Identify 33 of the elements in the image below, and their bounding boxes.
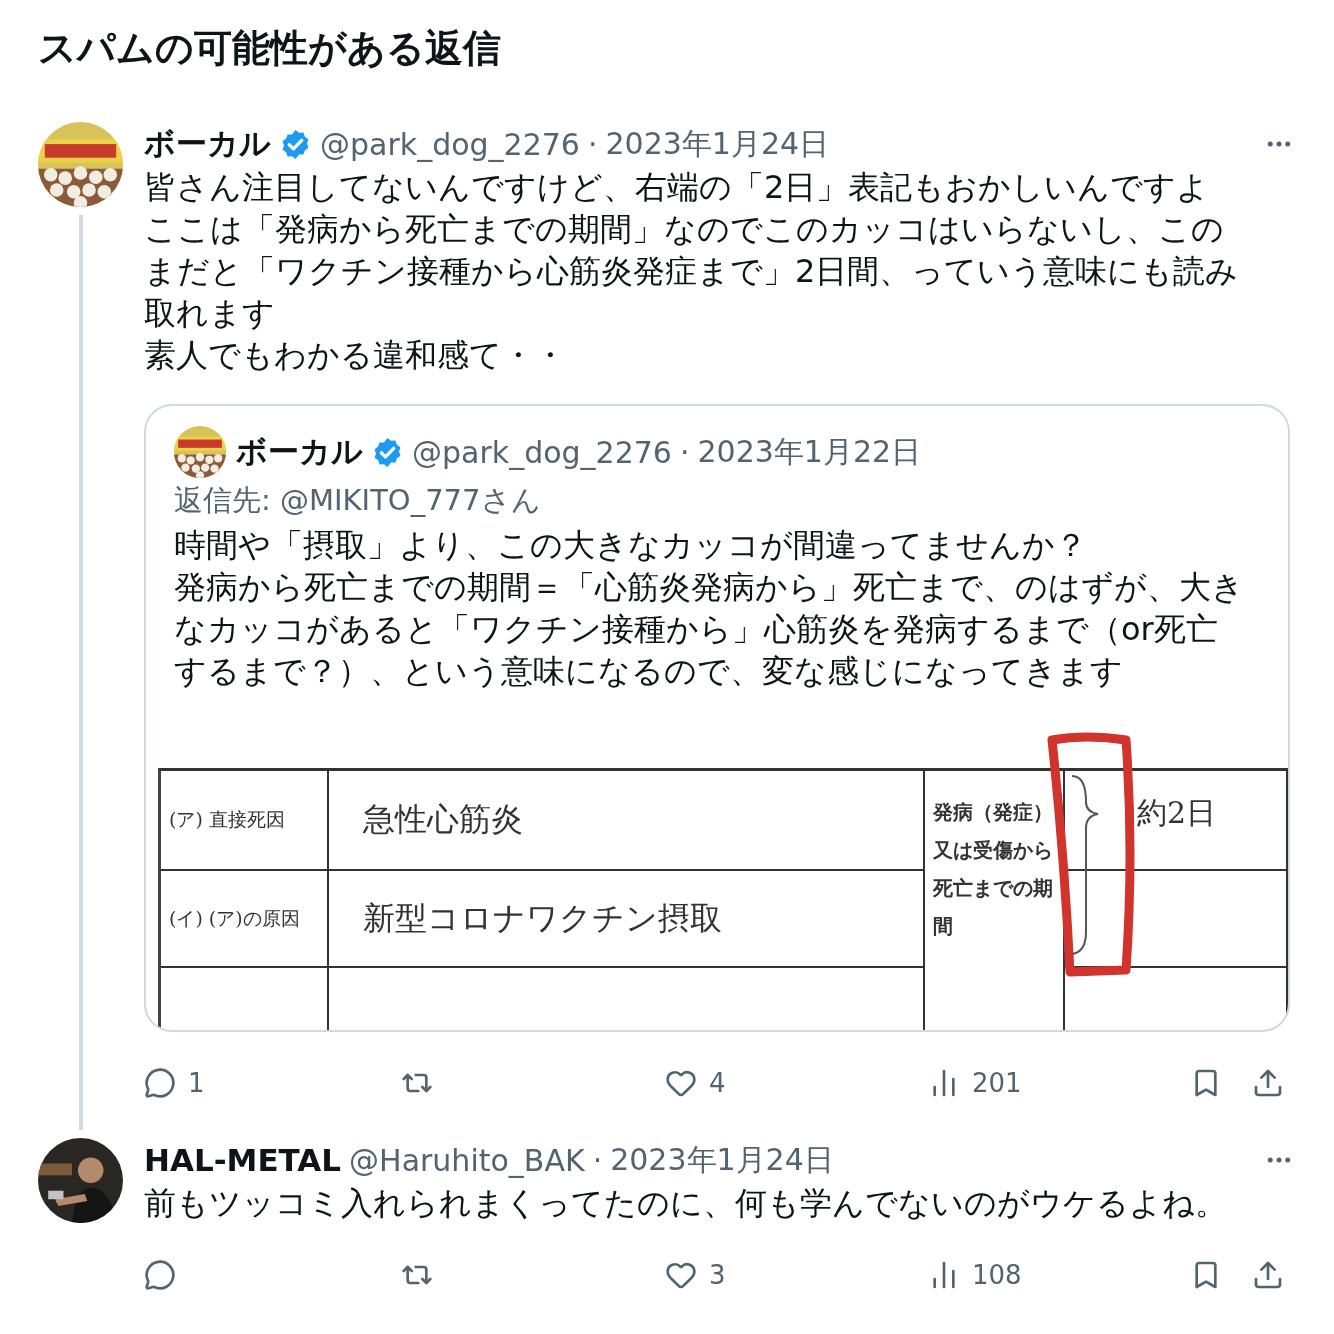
author-name[interactable]: ボーカル [236, 431, 363, 473]
separator: · [679, 434, 690, 470]
reply-to-text: 返信先: @MIKITO_777さん [174, 482, 542, 519]
author-handle[interactable]: @Haruhito_BAK [349, 1142, 585, 1178]
author-name[interactable]: ボーカル [144, 123, 271, 165]
table-cell: 約2日 [1065, 771, 1288, 871]
share-icon[interactable] [1252, 1067, 1284, 1099]
reply-icon[interactable] [144, 1067, 176, 1099]
share-icon[interactable] [1252, 1259, 1284, 1291]
quoted-post-card[interactable] [144, 404, 1290, 1032]
page-title: スパムの可能性がある返信 [38, 25, 502, 72]
reply-icon[interactable] [144, 1259, 176, 1291]
reply-count: 1 [188, 1068, 205, 1098]
post-date[interactable]: 2023年1月24日 [605, 123, 830, 165]
author-handle[interactable]: @park_dog_2276 [412, 434, 672, 470]
post-date[interactable]: 2023年1月24日 [610, 1139, 834, 1181]
like-count: 4 [709, 1068, 726, 1098]
table-cell: (イ) (ア)の原因 [161, 871, 329, 968]
post-text: 皆さん注目してないんですけど、右端の「2日」表記もおかしいんですよ ここは「発病から死亡までの期間」なのでこのカッコはいらないし、このまだと「ワクチン接種から心筋炎発症まで」2日間、っていう意味にも読み取れます 素人でもわかる違和感て・・ [144, 167, 1240, 376]
views-count: 201 [972, 1068, 1022, 1098]
post-date[interactable]: 2023年1月22日 [697, 431, 922, 473]
separator: · [592, 1142, 603, 1178]
table-cell: (ア) 直接死因 [161, 771, 329, 871]
table-cell: 新型コロナワクチン摂取 [329, 871, 925, 968]
separator: · [587, 126, 598, 162]
author-name[interactable]: HAL-METAL [144, 1142, 342, 1178]
post-text: 前もツッコミ入れられまくってたのに、何も学んでないのがウケるよね。 [144, 1183, 1228, 1224]
table-cell: 発病（発症）又は受傷から死亡までの期間 [925, 771, 1065, 1030]
post-text: 時間や「摂取」より、この大きなカッコが間違ってませんか？ 発病から死亡までの期間＝「心筋炎発病から」死亡まで、のはずが、大きなカッコがあると「ワクチン接種から」心筋炎を発病するまで（or死亡するまで？）、という意味になるので、変な感じになってきます [174, 525, 1244, 692]
views-count: 108 [972, 1260, 1022, 1290]
author-handle[interactable]: @park_dog_2276 [320, 126, 580, 162]
table-cell: 急性心筋炎 [329, 771, 925, 871]
like-count: 3 [709, 1260, 726, 1290]
